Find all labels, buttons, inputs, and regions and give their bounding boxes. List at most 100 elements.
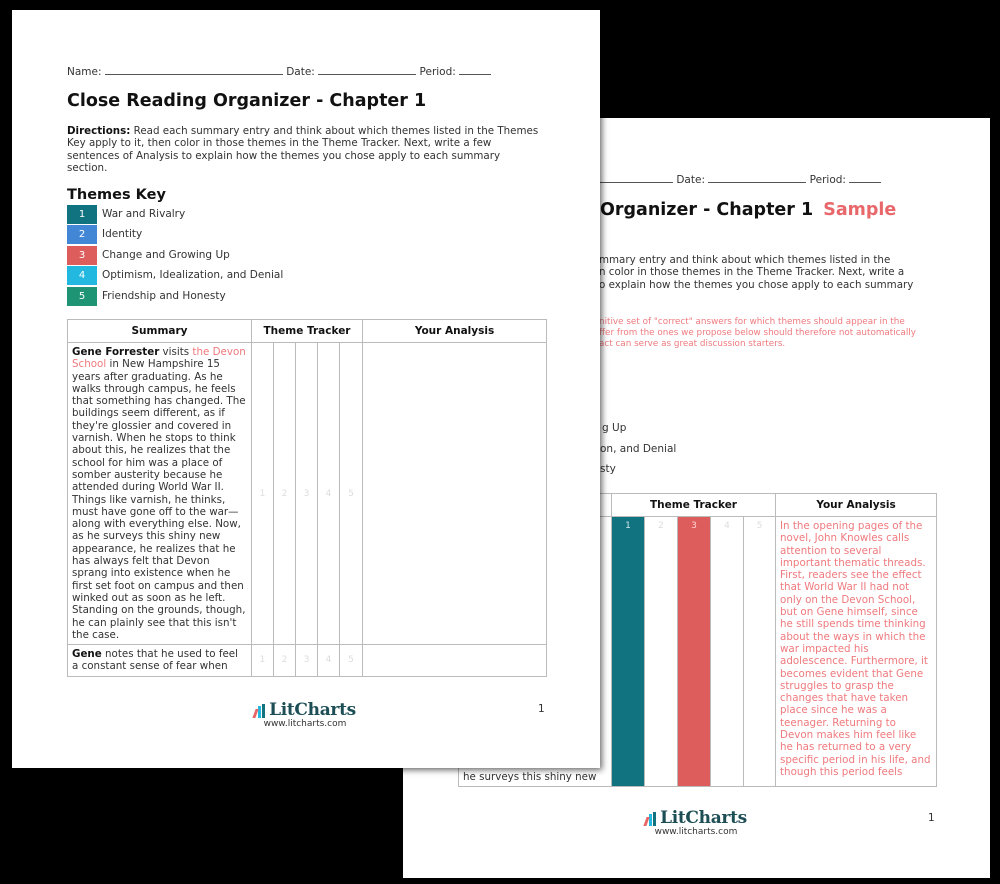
tracker-cell-2[interactable]: 2 bbox=[273, 341, 296, 646]
tracker-cell-5[interactable]: 5 bbox=[338, 644, 364, 677]
logo-name: LitCharts bbox=[660, 808, 747, 828]
character-name: Gene Forrester bbox=[72, 346, 160, 358]
themes-key-heading: Themes Key bbox=[67, 187, 166, 203]
table-row: Gene Forrester visits the Devon School i… bbox=[67, 341, 548, 646]
directions-line: n color in those themes in the Theme Tra… bbox=[599, 266, 905, 279]
page-title: Close Reading Organizer - Chapter 1 bbox=[67, 91, 427, 111]
theme-key-item-2: 2 Identity bbox=[67, 224, 142, 244]
tracker-num: 5 bbox=[756, 521, 763, 531]
page-title: Organizer - Chapter 1 Sample bbox=[600, 200, 896, 220]
name-label: Name: bbox=[67, 66, 102, 78]
summary-fragment: he surveys this shiny new bbox=[463, 770, 597, 783]
title-text: Organizer - Chapter 1 bbox=[600, 200, 814, 220]
summary-cell: Gene notes that he used to feel a consta… bbox=[67, 644, 252, 677]
date-blank[interactable] bbox=[318, 65, 417, 75]
name-blank[interactable] bbox=[104, 65, 283, 75]
theme-label-4: on, and Denial bbox=[600, 443, 677, 455]
theme-swatch-4: 4 bbox=[67, 265, 97, 285]
character-name: Gene bbox=[72, 648, 102, 661]
tracker-cell-4: 4 bbox=[710, 516, 744, 787]
theme-tracker-header: Theme Tracker bbox=[610, 493, 777, 517]
tracker-cell-1-filled: 1 bbox=[611, 516, 645, 787]
tracker-cell-3-filled: 3 bbox=[677, 516, 711, 787]
header-fields: Name: Date: Period: bbox=[67, 65, 492, 78]
table-row: Gene notes that he used to feel a consta… bbox=[67, 644, 548, 677]
theme-key-item-4: 4 Optimism, Idealization, and Denial bbox=[67, 265, 283, 285]
analysis-header: Your Analysis bbox=[775, 493, 938, 517]
theme-label-3: g Up bbox=[602, 422, 627, 434]
logo-name: LitCharts bbox=[269, 700, 356, 720]
date-label: Date: bbox=[676, 174, 705, 186]
analysis-cell[interactable] bbox=[362, 644, 548, 677]
analysis-cell[interactable] bbox=[362, 341, 548, 646]
tracker-num: 2 bbox=[281, 655, 288, 666]
page-number: 1 bbox=[538, 703, 545, 715]
theme-label-1: War and Rivalry bbox=[102, 208, 186, 220]
summary-cell: Gene Forrester visits the Devon School i… bbox=[67, 341, 252, 646]
period-label: Period: bbox=[809, 174, 846, 186]
theme-tracker-header: Theme Tracker bbox=[250, 319, 364, 343]
tracker-cell-4[interactable]: 4 bbox=[317, 644, 340, 677]
analysis-header: Your Analysis bbox=[362, 319, 548, 343]
tracker-cell-2[interactable]: 2 bbox=[273, 644, 296, 677]
theme-swatch-1: 1 bbox=[67, 204, 97, 224]
tracker-num: 2 bbox=[658, 521, 664, 531]
theme-key-item-3: 3 Change and Growing Up bbox=[67, 245, 230, 265]
tracker-num: 1 bbox=[259, 655, 266, 666]
tracker-num: 3 bbox=[303, 655, 310, 666]
summary-text: visits bbox=[159, 346, 193, 358]
theme-swatch-2: 2 bbox=[67, 224, 97, 244]
date-label: Date: bbox=[286, 66, 315, 78]
logo-url[interactable]: www.litcharts.com bbox=[250, 719, 360, 729]
litcharts-logo[interactable]: LitCharts www.litcharts.com bbox=[641, 808, 751, 837]
logo-bars-icon bbox=[252, 703, 266, 718]
tracker-num: 2 bbox=[281, 488, 288, 499]
theme-key-item-5: 5 Friendship and Honesty bbox=[67, 286, 226, 306]
date-blank bbox=[708, 173, 807, 183]
tracker-cell-4[interactable]: 4 bbox=[317, 341, 340, 646]
theme-swatch-5: 5 bbox=[67, 286, 97, 306]
theme-swatch-3: 3 bbox=[67, 245, 97, 265]
tracker-cell-1[interactable]: 1 bbox=[251, 644, 274, 677]
tracker-cell-2: 2 bbox=[644, 516, 678, 787]
directions: mmary entry and think about which themes… bbox=[599, 254, 990, 291]
organizer-table: Summary Theme Tracker Your Analysis Gene… bbox=[67, 319, 548, 677]
directions: Directions: Read each summary entry and … bbox=[67, 125, 542, 175]
tracker-num: 4 bbox=[724, 521, 730, 531]
litcharts-logo[interactable]: LitCharts www.litcharts.com bbox=[250, 700, 360, 729]
period-label: Period: bbox=[419, 66, 456, 78]
sample-label: Sample bbox=[823, 200, 897, 220]
tracker-num: 3 bbox=[691, 521, 697, 531]
analysis-cell: In the opening pages of the novel, John … bbox=[775, 516, 938, 787]
tracker-num: 5 bbox=[348, 488, 354, 499]
theme-label-4: Optimism, Idealization, and Denial bbox=[102, 269, 284, 281]
note-line: ffer from the ones we propose below shou… bbox=[599, 328, 916, 338]
tracker-num: 5 bbox=[348, 655, 354, 666]
note-line: nitive set of "correct" answers for whic… bbox=[599, 317, 905, 327]
directions-line: o explain how the themes you chose apply… bbox=[599, 278, 914, 291]
tracker-num: 1 bbox=[625, 521, 631, 531]
tracker-cell-1[interactable]: 1 bbox=[251, 341, 274, 646]
note-line: act can serve as great discussion starte… bbox=[599, 339, 786, 349]
blank-worksheet-page: Name: Date: Period: Close Reading Organi… bbox=[12, 10, 600, 768]
directions-label: Directions: bbox=[67, 125, 131, 137]
summary-text: in New Hampshire 15 years after graduati… bbox=[72, 358, 246, 641]
tracker-num: 1 bbox=[259, 488, 266, 499]
period-blank[interactable] bbox=[459, 65, 492, 75]
page-number: 1 bbox=[928, 812, 935, 824]
logo-bars-icon bbox=[643, 811, 657, 826]
tracker-cell-5: 5 bbox=[742, 516, 777, 787]
theme-label-5: sty bbox=[600, 463, 616, 475]
directions-line: mmary entry and think about which themes… bbox=[599, 254, 891, 266]
tracker-cell-3[interactable]: 3 bbox=[295, 644, 318, 677]
tracker-num: 4 bbox=[325, 655, 332, 666]
theme-key-item-1: 1 War and Rivalry bbox=[67, 204, 185, 224]
tracker-num: 3 bbox=[303, 488, 310, 499]
sample-note: nitive set of "correct" answers for whic… bbox=[599, 317, 916, 350]
theme-label-5: Friendship and Honesty bbox=[102, 290, 226, 302]
period-blank bbox=[849, 173, 882, 183]
tracker-num: 4 bbox=[325, 488, 332, 499]
logo-url[interactable]: www.litcharts.com bbox=[641, 827, 751, 837]
tracker-cell-3[interactable]: 3 bbox=[295, 341, 318, 646]
tracker-cell-5[interactable]: 5 bbox=[338, 341, 364, 646]
